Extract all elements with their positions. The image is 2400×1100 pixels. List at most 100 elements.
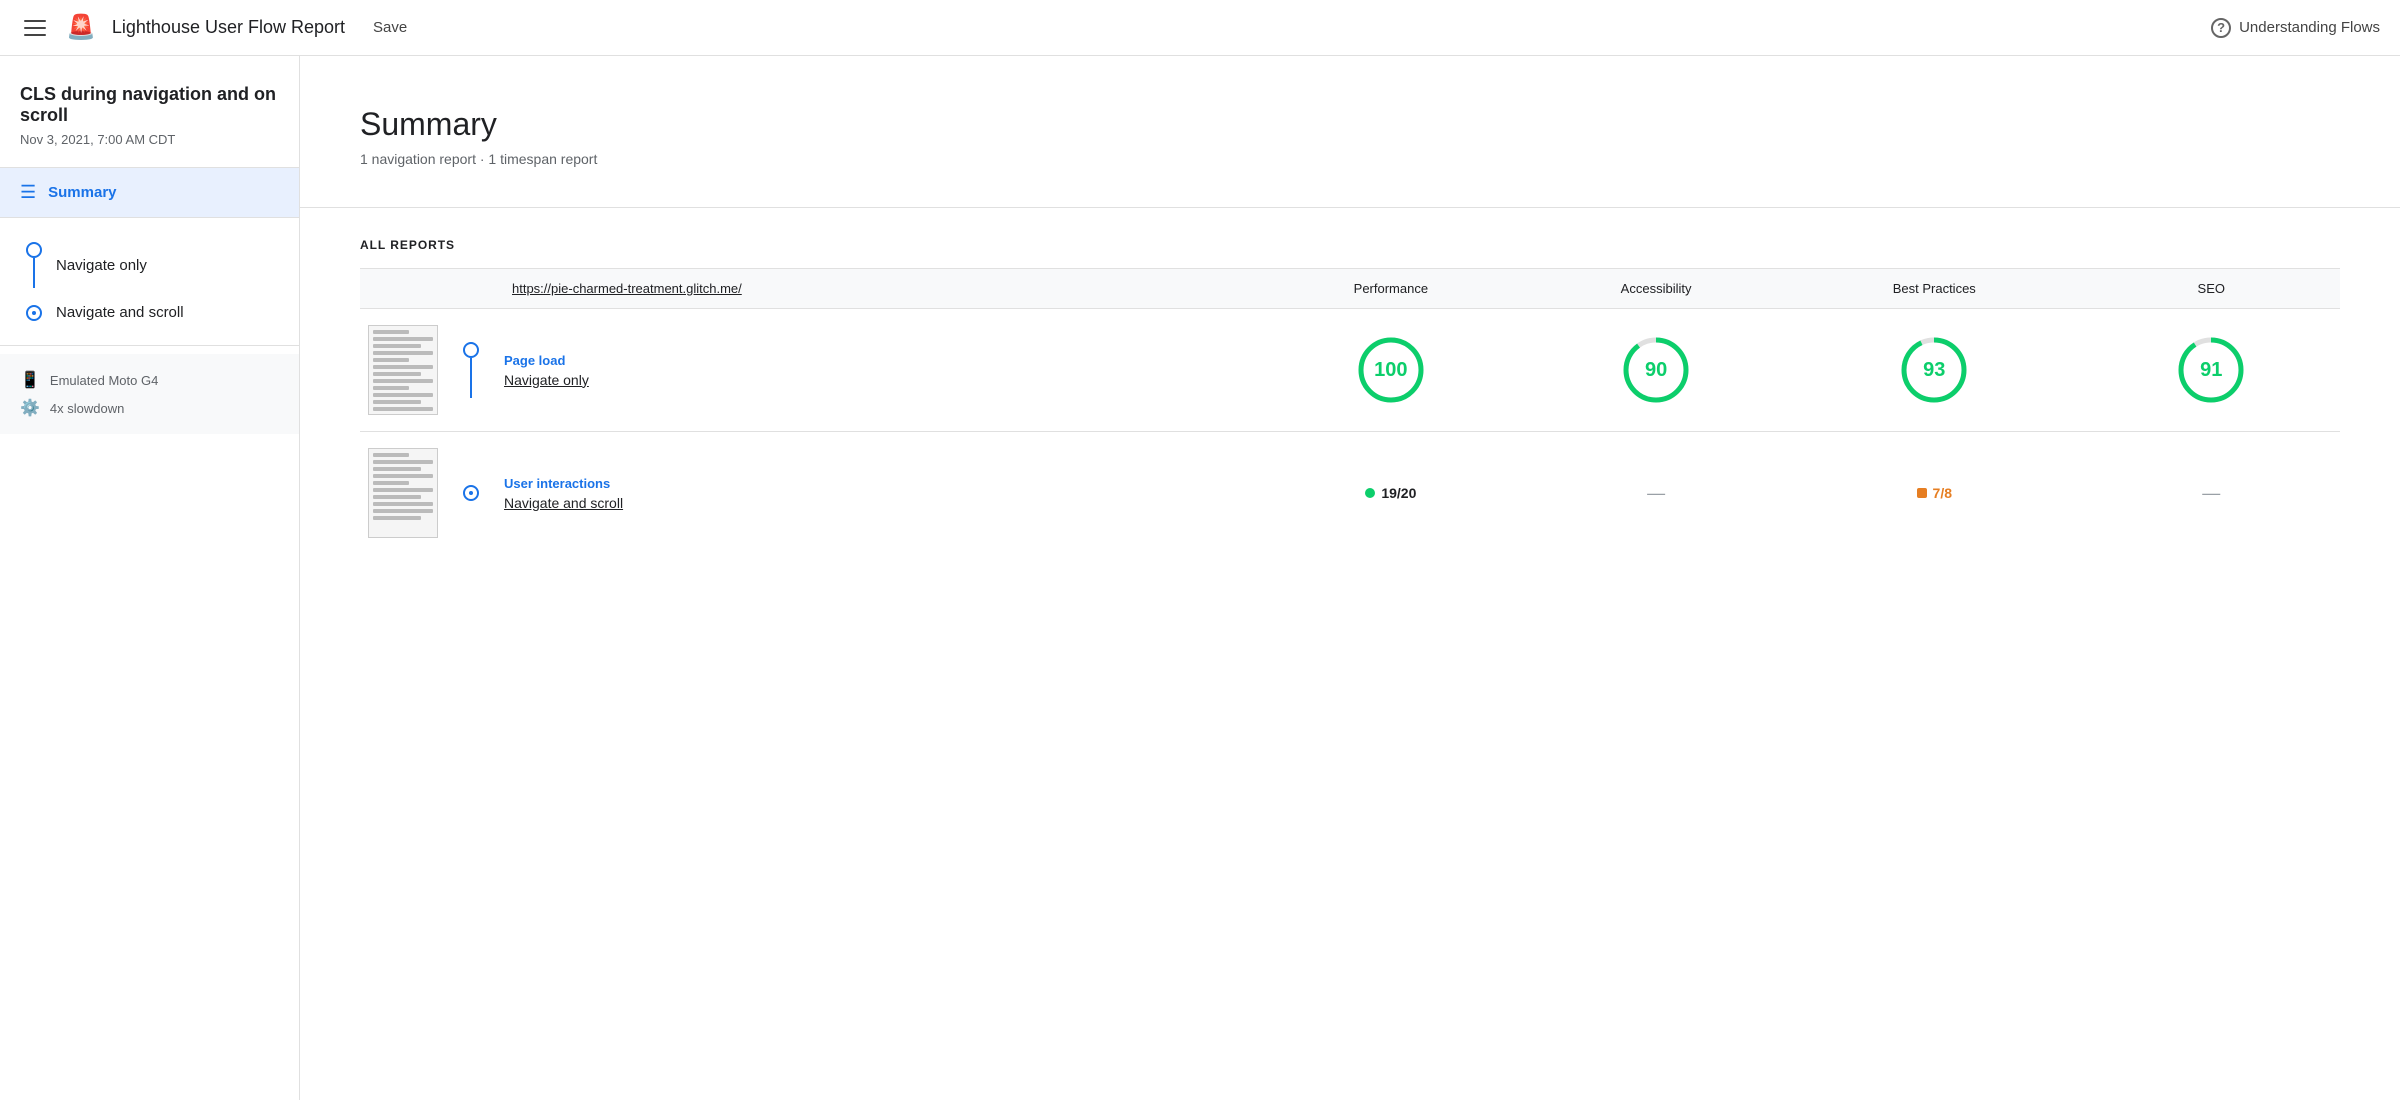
slowdown-label: 4x slowdown [50,401,124,416]
sidebar-project-date: Nov 3, 2021, 7:00 AM CDT [0,132,299,167]
score-small-perf: 19/20 [1264,485,1519,501]
nav-label-navigate-scroll: Navigate and scroll [56,304,184,321]
th-seo: SEO [2083,269,2340,309]
flow-cell-2 [446,432,496,555]
report-type-1: Page load [504,353,1248,368]
content-area: Summary 1 navigation report · 1 timespan… [300,56,2400,1100]
thumb-line [373,337,433,341]
all-reports-label: ALL REPORTS [360,238,2340,252]
help-icon[interactable]: ? [2211,18,2231,38]
sidebar-item-navigate-scroll[interactable]: Navigate and scroll [0,296,299,329]
header-left: 🚨 Lighthouse User Flow Report Save [20,13,2211,42]
flow-cell-1 [446,309,496,432]
score-circle-seo: 91 [2176,335,2246,405]
device-row-slowdown: ⚙️ 4x slowdown [20,398,279,418]
thumb-line [373,330,409,334]
sidebar-project-title: CLS during navigation and on scroll [0,56,299,132]
th-thumb [360,269,446,309]
flow-dot-circle-1 [463,342,479,358]
sidebar: CLS during navigation and on scroll Nov … [0,56,300,1100]
dash-seo: — [2202,483,2220,503]
thumb-line [373,460,433,464]
score-value-bp-2: 7/8 [1933,485,1952,501]
report-type-2: User interactions [504,476,1248,491]
header-right: ? Understanding Flows [2211,18,2380,38]
app-title: Lighthouse User Flow Report [112,17,345,38]
report-name-1[interactable]: Navigate only [504,372,1248,388]
thumb-line [373,509,433,513]
thumbnail-cell-1 [360,309,446,432]
device-row-phone: 📱 Emulated Moto G4 [20,370,279,390]
device-label: Emulated Moto G4 [50,373,158,388]
thumbnail-2 [368,448,438,538]
cpu-icon: ⚙️ [20,398,40,418]
summary-section: Summary 1 navigation report · 1 timespan… [300,56,2400,208]
device-info: 📱 Emulated Moto G4 ⚙️ 4x slowdown [0,354,299,434]
thumb-line [373,344,421,348]
sidebar-summary-item[interactable]: ☰ Summary [0,168,299,217]
thumb-line [373,407,433,411]
sidebar-nav-items: Navigate only Navigate and scroll [0,218,299,345]
report-info-2: User interactions Navigate and scroll [496,432,1256,555]
nav-timeline-1 [20,242,48,288]
thumb-line [373,495,421,499]
score-circle-acc: 90 [1621,335,1691,405]
score-small-bp: 7/8 [1794,485,2075,501]
thumb-lines-1 [373,330,433,411]
orange-square-icon [1917,488,1927,498]
reports-section: ALL REPORTS https://pie-charmed-treatmen… [300,208,2400,584]
th-url: https://pie-charmed-treatment.glitch.me/ [496,269,1256,309]
flow-timeline-2 [454,485,488,501]
thumb-line [373,393,433,397]
list-icon: ☰ [20,182,36,203]
nav-dot-clock [26,305,42,321]
thumb-line [373,365,433,369]
sidebar-divider-bottom [0,345,299,346]
score-bestpractices-1: 93 [1786,309,2083,432]
thumb-line [373,467,421,471]
thumb-line [373,481,409,485]
flow-vline-1 [470,358,472,398]
score-accessibility-1: 90 [1526,309,1786,432]
thumbnail-cell-2 [360,432,446,555]
score-seo-2: — [2083,432,2340,555]
thumb-line [373,453,409,457]
summary-heading: Summary [360,106,2340,143]
table-row: User interactions Navigate and scroll 19… [360,432,2340,555]
thumb-line [373,358,409,362]
score-bestpractices-2: 7/8 [1786,432,2083,555]
thumb-line [373,379,433,383]
url-link[interactable]: https://pie-charmed-treatment.glitch.me/ [512,281,742,296]
score-value-acc: 90 [1645,359,1667,382]
green-dot-icon [1365,488,1375,498]
thumb-line [373,502,433,506]
score-value-perf-2: 19/20 [1381,485,1416,501]
app-header: 🚨 Lighthouse User Flow Report Save ? Und… [0,0,2400,56]
thumb-lines-2 [373,453,433,520]
table-header-row: https://pie-charmed-treatment.glitch.me/… [360,269,2340,309]
sidebar-item-navigate-only[interactable]: Navigate only [0,234,299,296]
save-button[interactable]: Save [361,13,419,42]
thumb-line [373,488,433,492]
menu-button[interactable] [20,16,50,40]
phone-icon: 📱 [20,370,40,390]
nav-line-1 [33,258,35,288]
nav-dot-circle [26,242,42,258]
thumb-line [373,386,409,390]
score-value-perf: 100 [1374,359,1407,382]
thumb-line [373,516,421,520]
reports-table: https://pie-charmed-treatment.glitch.me/… [360,269,2340,554]
th-flow [446,269,496,309]
score-value-bp: 93 [1923,359,1945,382]
thumbnail-1 [368,325,438,415]
report-name-2[interactable]: Navigate and scroll [504,495,1248,511]
thumb-line [373,372,421,376]
flow-dot-clock-2 [463,485,479,501]
score-seo-1: 91 [2083,309,2340,432]
understanding-flows-link[interactable]: Understanding Flows [2239,19,2380,36]
thumb-line [373,351,433,355]
thumb-line [373,400,421,404]
thumb-line [373,474,433,478]
nav-timeline-2 [20,305,48,321]
main-layout: CLS during navigation and on scroll Nov … [0,56,2400,1100]
